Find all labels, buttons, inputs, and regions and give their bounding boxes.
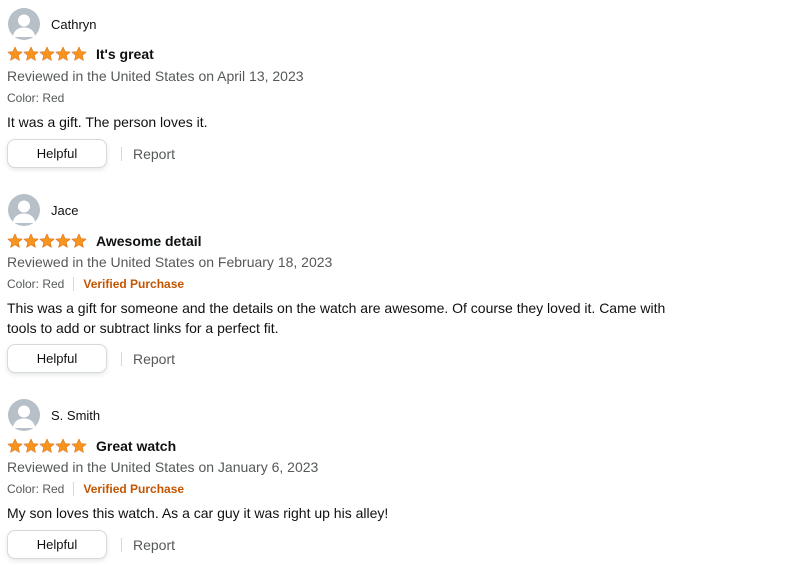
verified-purchase-badge[interactable]: Verified Purchase: [83, 482, 184, 496]
star-icon: [7, 233, 23, 248]
helpful-button[interactable]: Helpful: [7, 530, 107, 559]
review-date: Reviewed in the United States on Februar…: [7, 254, 333, 270]
review-meta: Color: Red: [7, 90, 64, 106]
star-icon: [71, 46, 87, 61]
avatar-icon: [8, 8, 40, 40]
product-variant[interactable]: Color: Red: [7, 277, 64, 291]
star-icon: [39, 233, 55, 248]
star-icon: [7, 46, 23, 61]
star-icon: [23, 233, 39, 248]
review-meta: Color: Red Verified Purchase: [7, 481, 184, 497]
action-divider: [121, 351, 122, 366]
reviewer-profile[interactable]: S. Smith: [8, 399, 100, 431]
report-link[interactable]: Report: [133, 537, 175, 553]
reviewer-profile[interactable]: Cathryn: [8, 8, 97, 40]
review-actions: Helpful Report: [7, 139, 175, 168]
star-icon: [71, 438, 87, 453]
meta-divider: [73, 482, 75, 496]
action-divider: [121, 537, 122, 552]
star-icon: [23, 438, 39, 453]
review-text: It was a gift. The person loves it.: [7, 114, 208, 130]
review-title[interactable]: It's great: [96, 46, 154, 62]
reviewer-name[interactable]: Cathryn: [51, 17, 97, 32]
review-actions: Helpful Report: [7, 530, 175, 559]
review-title[interactable]: Great watch: [96, 438, 176, 454]
meta-divider: [73, 277, 75, 291]
reviewer-name[interactable]: S. Smith: [51, 408, 100, 423]
star-icon: [39, 438, 55, 453]
star-icon: [55, 46, 71, 61]
verified-purchase-badge[interactable]: Verified Purchase: [83, 277, 184, 291]
helpful-button[interactable]: Helpful: [7, 344, 107, 373]
avatar-icon: [8, 399, 40, 431]
action-divider: [121, 146, 122, 161]
review-meta: Color: Red Verified Purchase: [7, 276, 184, 292]
star-icon: [71, 233, 87, 248]
star-icon: [55, 233, 71, 248]
star-icon: [55, 438, 71, 453]
report-link[interactable]: Report: [133, 351, 175, 367]
review-date: Reviewed in the United States on January…: [7, 459, 319, 475]
review-date: Reviewed in the United States on April 1…: [7, 68, 304, 84]
report-link[interactable]: Report: [133, 146, 175, 162]
star-icon: [7, 438, 23, 453]
reviewer-name[interactable]: Jace: [51, 203, 78, 218]
review-title[interactable]: Awesome detail: [96, 233, 202, 249]
review-text: My son loves this watch. As a car guy it…: [7, 505, 389, 521]
star-rating[interactable]: [7, 233, 87, 249]
star-rating[interactable]: [7, 438, 87, 454]
star-icon: [39, 46, 55, 61]
star-icon: [23, 46, 39, 61]
reviewer-profile[interactable]: Jace: [8, 194, 78, 226]
avatar-icon: [8, 194, 40, 226]
star-rating[interactable]: [7, 46, 87, 62]
helpful-button[interactable]: Helpful: [7, 139, 107, 168]
product-variant[interactable]: Color: Red: [7, 482, 64, 496]
review-text: This was a gift for someone and the deta…: [7, 300, 666, 336]
review-actions: Helpful Report: [7, 344, 175, 373]
product-variant[interactable]: Color: Red: [7, 91, 64, 105]
